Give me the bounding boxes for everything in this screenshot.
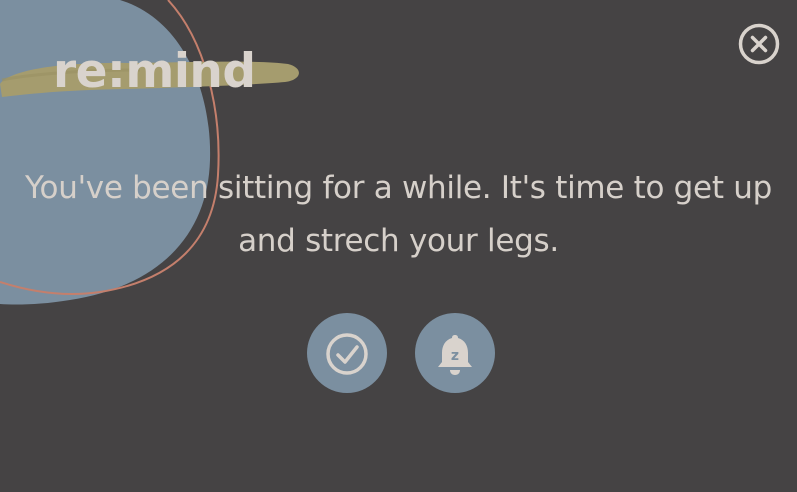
app-logo: re:mind — [53, 44, 256, 99]
done-button[interactable] — [307, 313, 387, 393]
snooze-button[interactable]: z — [415, 313, 495, 393]
close-button[interactable] — [738, 23, 780, 65]
bell-snooze-icon: z — [438, 335, 472, 375]
checkmark-circle-icon — [326, 333, 368, 375]
close-icon — [738, 23, 780, 65]
snooze-glyph: z — [451, 348, 459, 364]
reminder-message: You've been sitting for a while. It's ti… — [25, 170, 772, 259]
reminder-window: re:mind You've been sitting for a while.… — [0, 0, 797, 492]
